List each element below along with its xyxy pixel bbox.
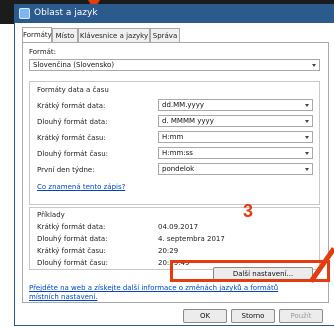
- example-short-time-value: 20:29: [158, 247, 179, 255]
- long-time-label: Dlouhý formát času:: [37, 150, 109, 158]
- example-long-time-label: Dlouhý formát času:: [37, 259, 109, 267]
- title-bar: Oblast a jazyk: [15, 5, 334, 23]
- long-date-label: Dlouhý formát data:: [37, 118, 108, 126]
- tab-formats[interactable]: Formáty: [22, 27, 52, 43]
- long-time-select[interactable]: H:mm:ss: [158, 147, 313, 159]
- short-time-select[interactable]: H:mm: [158, 131, 313, 143]
- format-select-value: Slovenčina (Slovensko): [33, 61, 115, 69]
- chevron-down-icon: [312, 64, 316, 67]
- tab-administration[interactable]: Správa: [150, 28, 180, 42]
- globe-icon: [19, 8, 30, 19]
- apply-button[interactable]: Použít: [279, 309, 323, 323]
- cancel-button[interactable]: Storno: [231, 309, 275, 323]
- ok-button[interactable]: OK: [183, 309, 227, 323]
- short-date-label: Krátký formát data:: [37, 102, 106, 110]
- short-time-label: Krátký formát času:: [37, 134, 106, 142]
- examples-title: Příklady: [37, 211, 65, 219]
- chevron-down-icon: [305, 120, 309, 123]
- short-time-value: H:mm: [162, 133, 184, 141]
- long-time-value: H:mm:ss: [162, 149, 193, 157]
- annotation-highlight-box: [170, 260, 330, 282]
- chevron-down-icon: [305, 104, 309, 107]
- annotation-number: 3: [243, 201, 254, 221]
- long-date-value: d. MMMM yyyy: [162, 117, 214, 125]
- long-date-select[interactable]: d. MMMM yyyy: [158, 115, 313, 127]
- chevron-down-icon: [305, 136, 309, 139]
- tab-location[interactable]: Místo: [52, 28, 78, 42]
- tab-keyboards-languages[interactable]: Klávesnice a jazyky: [78, 28, 150, 42]
- chevron-down-icon: [305, 168, 309, 171]
- first-day-label: První den týdne:: [37, 166, 95, 174]
- first-day-select[interactable]: pondelok: [158, 163, 313, 175]
- first-day-value: pondelok: [162, 165, 195, 173]
- example-short-date-label: Krátký formát data:: [37, 223, 106, 231]
- web-info-link[interactable]: Přejděte na web a získejte další informa…: [29, 284, 278, 292]
- example-long-date-value: 4. septembra 2017: [158, 235, 225, 243]
- example-short-time-label: Krátký formát času:: [37, 247, 106, 255]
- short-date-select[interactable]: dd.MM.yyyy: [158, 99, 313, 111]
- notation-help-link[interactable]: Co znamená tento zápis?: [37, 183, 125, 191]
- short-date-value: dd.MM.yyyy: [162, 101, 204, 109]
- chevron-down-icon: [305, 152, 309, 155]
- window-title: Oblast a jazyk: [34, 8, 98, 18]
- format-label: Formát:: [29, 48, 57, 56]
- example-long-date-label: Dlouhý formát data:: [37, 235, 108, 243]
- format-select[interactable]: Slovenčina (Slovensko): [29, 59, 320, 71]
- datetime-group-title: Formáty data a času: [37, 86, 109, 94]
- example-short-date-value: 04.09.2017: [158, 223, 199, 231]
- web-info-link-line2[interactable]: místních nastavení.: [29, 293, 98, 301]
